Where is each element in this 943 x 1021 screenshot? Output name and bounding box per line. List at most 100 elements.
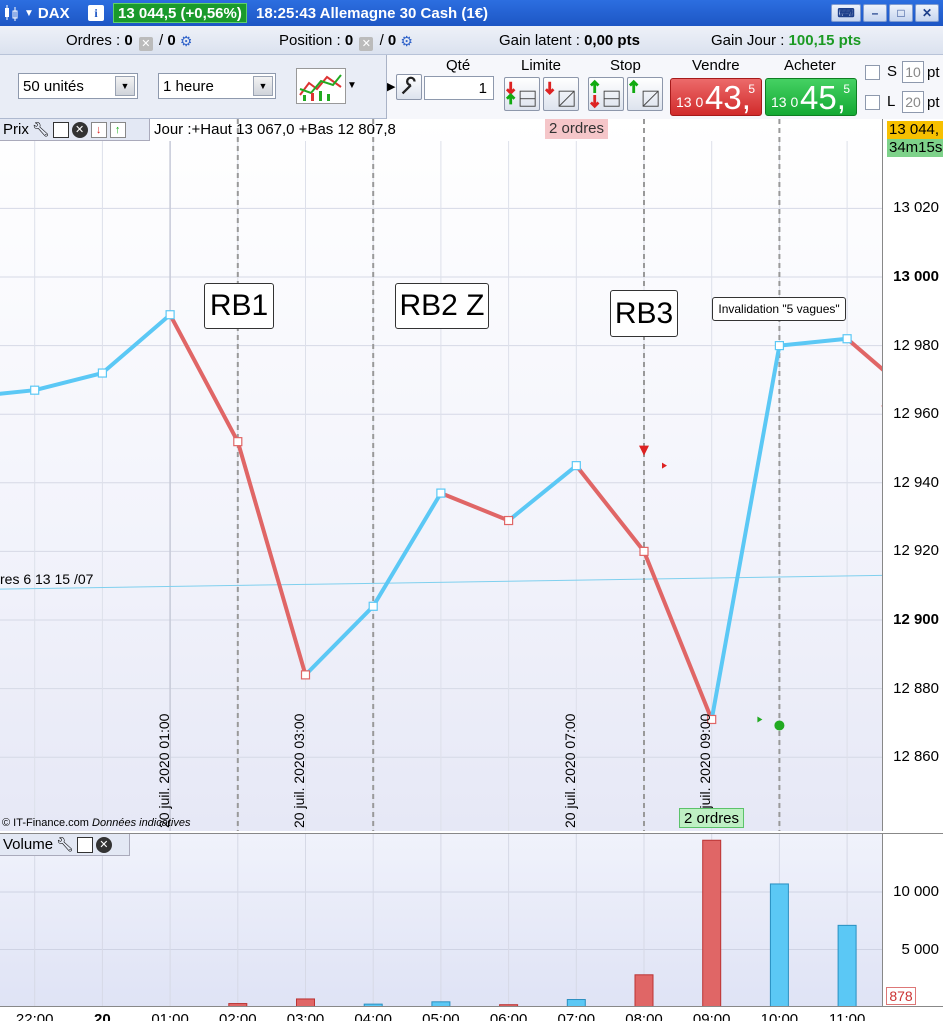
price-segment xyxy=(506,463,579,523)
limit-sell-button[interactable] xyxy=(504,77,540,111)
x-tick-label: 01:00 xyxy=(151,1011,189,1021)
sell-label: Vendre xyxy=(692,57,740,74)
wrench-button[interactable] xyxy=(396,74,422,100)
buy-button[interactable]: 13 0 45, 5 xyxy=(765,78,857,116)
volume-panel-toolbar: Volume 🔧︎ ✕ xyxy=(0,834,130,856)
keyboard-icon[interactable]: ⌨ xyxy=(831,4,861,22)
price-segment xyxy=(235,439,308,677)
x-tick-label: 10:00 xyxy=(760,1011,799,1021)
credit-source: © IT-Finance.com xyxy=(2,817,89,829)
annotation-invalidation[interactable]: Invalidation "5 vagues" xyxy=(712,297,846,321)
sell-price-fraction: 5 xyxy=(748,82,755,96)
stop-points-input[interactable]: 10 xyxy=(902,61,924,83)
sell-price-prefix: 13 0 xyxy=(676,94,704,110)
limit-label: Limite xyxy=(521,57,562,74)
cancel-orders-icon[interactable]: ✕ xyxy=(138,37,153,51)
symbol-selector[interactable]: ▼ DAX xyxy=(24,0,70,26)
stop-buy-button[interactable] xyxy=(627,77,663,111)
price-point xyxy=(639,546,649,556)
y-tick-label: 13 020 xyxy=(893,199,939,217)
current-price-tag: 13 044, xyxy=(887,121,943,139)
timeframe-select[interactable]: 1 heure ▼ xyxy=(158,73,276,99)
y-tick-label: 12 980 xyxy=(893,336,939,354)
latent-gain-label: Gain latent : xyxy=(499,32,580,49)
price-segment xyxy=(642,549,714,722)
limit-points-input[interactable]: 20 xyxy=(902,91,924,113)
limit-checkbox[interactable] xyxy=(865,95,880,110)
orders-tag-top[interactable]: 2 ordres xyxy=(545,119,609,139)
x-tick-label: 22:00 xyxy=(15,1011,54,1021)
day-gain: Gain Jour : 100,15 pts xyxy=(711,32,861,49)
price-chart-panel[interactable]: Prix 🔧︎ ✕ ↓ ↑ Jour :+Haut 13 067,0 +Bas … xyxy=(0,119,882,831)
wrench-icon[interactable]: 🔧︎ xyxy=(56,836,74,853)
y-tick-label: 12 960 xyxy=(893,405,939,423)
limit-buy-button[interactable] xyxy=(543,77,579,111)
window-controls: ⌨ – □ ✕ xyxy=(831,0,939,26)
day-gain-value: 100,15 pts xyxy=(788,32,862,49)
units-select[interactable]: 50 unités ▼ xyxy=(18,73,138,99)
title-bar: ▼ DAX i 13 044,5 (+0,56%) 18:25:43 Allem… xyxy=(0,0,943,26)
window-title: 18:25:43 Allemagne 30 Cash (1€) xyxy=(256,4,489,22)
x-tick-label: 09:00 xyxy=(692,1011,731,1021)
limit-short-label: L xyxy=(887,93,896,110)
indicators-button[interactable] xyxy=(296,68,346,104)
collapse-arrow-icon[interactable]: ▶ xyxy=(387,80,395,93)
annotation-rb3[interactable]: RB3 xyxy=(610,290,678,337)
buy-price-prefix: 13 0 xyxy=(771,94,799,110)
annotation-rb1[interactable]: RB1 xyxy=(204,283,274,329)
stop-sell-button[interactable] xyxy=(588,77,624,111)
minimize-button[interactable]: – xyxy=(863,4,887,22)
candle-countdown: 34m15s xyxy=(887,139,943,157)
price-segment xyxy=(32,371,105,393)
trendline-label: res 6 13 15 /07 xyxy=(0,571,94,587)
close-button[interactable]: ✕ xyxy=(915,4,939,22)
gear-icon[interactable]: ⚙ xyxy=(400,33,418,49)
buy-price-main: 45, xyxy=(800,79,846,116)
stop-label: Stop xyxy=(610,57,641,74)
chevron-down-icon[interactable]: ▼ xyxy=(347,80,357,91)
price-y-axis[interactable]: 13 044, 34m15s 12 860 12 880 12 900 12 920 1… xyxy=(882,119,943,831)
price-point xyxy=(368,601,378,611)
y-tick-label: 12 880 xyxy=(893,679,939,697)
close-panel-icon[interactable]: ✕ xyxy=(71,121,88,138)
annotation-rb2[interactable]: RB2 Z xyxy=(395,283,489,329)
y-tick-label: 13 000 xyxy=(893,268,939,285)
account-info-row: Ordres : 0 ✕ / 0 ⚙ Position : 0 ✕ / 0 ⚙ … xyxy=(0,26,943,55)
price-point xyxy=(233,437,243,447)
timeframe-value: 1 heure xyxy=(163,77,214,95)
stop-checkbox[interactable] xyxy=(865,65,880,80)
price-segment xyxy=(709,343,782,722)
price-point xyxy=(30,385,40,395)
maximize-panel-icon[interactable] xyxy=(52,121,69,138)
quantity-input[interactable] xyxy=(424,76,494,100)
sell-price-main: 43, xyxy=(705,79,751,116)
volume-bar xyxy=(837,924,857,1006)
gear-icon[interactable]: ⚙ xyxy=(180,33,198,49)
position-count-b: 0 xyxy=(387,32,397,49)
orders-tag-bottom[interactable]: 2 ordres xyxy=(679,808,745,828)
buy-label: Acheter xyxy=(784,57,836,74)
latent-gain: Gain latent : 0,00 pts xyxy=(499,32,640,49)
x-tick-label: 07:00 xyxy=(557,1011,596,1021)
close-panel-icon[interactable]: ✕ xyxy=(95,836,112,853)
position-summary: Position : 0 ✕ / 0 ⚙ xyxy=(279,32,418,51)
buy-signal-icon xyxy=(774,720,785,731)
price-point xyxy=(842,334,852,344)
data-credit: © IT-Finance.com Données indicatives xyxy=(2,817,190,829)
move-down-icon[interactable]: ↓ xyxy=(90,121,107,138)
y-tick-label: 12 940 xyxy=(893,473,939,491)
close-position-icon[interactable]: ✕ xyxy=(359,37,374,51)
wrench-icon[interactable]: 🔧︎ xyxy=(32,121,50,138)
chevron-down-icon: ▼ xyxy=(253,76,273,96)
time-x-axis[interactable]: 22:00 20 01:00 02:00 03:00 04:00 05:00 06:00 07:… xyxy=(0,1006,943,1021)
sell-button[interactable]: 13 0 43, 5 xyxy=(670,78,762,116)
info-icon[interactable]: i xyxy=(88,5,104,21)
orders-count: 0 xyxy=(124,32,133,49)
maximize-panel-icon[interactable] xyxy=(76,836,93,853)
position-label: Position : xyxy=(279,32,341,49)
volume-panel[interactable]: Volume 🔧︎ ✕ xyxy=(0,833,882,1006)
move-up-icon[interactable]: ↑ xyxy=(109,121,126,138)
price-segment xyxy=(777,336,850,348)
price-change-badge: 13 044,5 (+0,56%) xyxy=(113,3,247,23)
maximize-button[interactable]: □ xyxy=(889,4,913,22)
